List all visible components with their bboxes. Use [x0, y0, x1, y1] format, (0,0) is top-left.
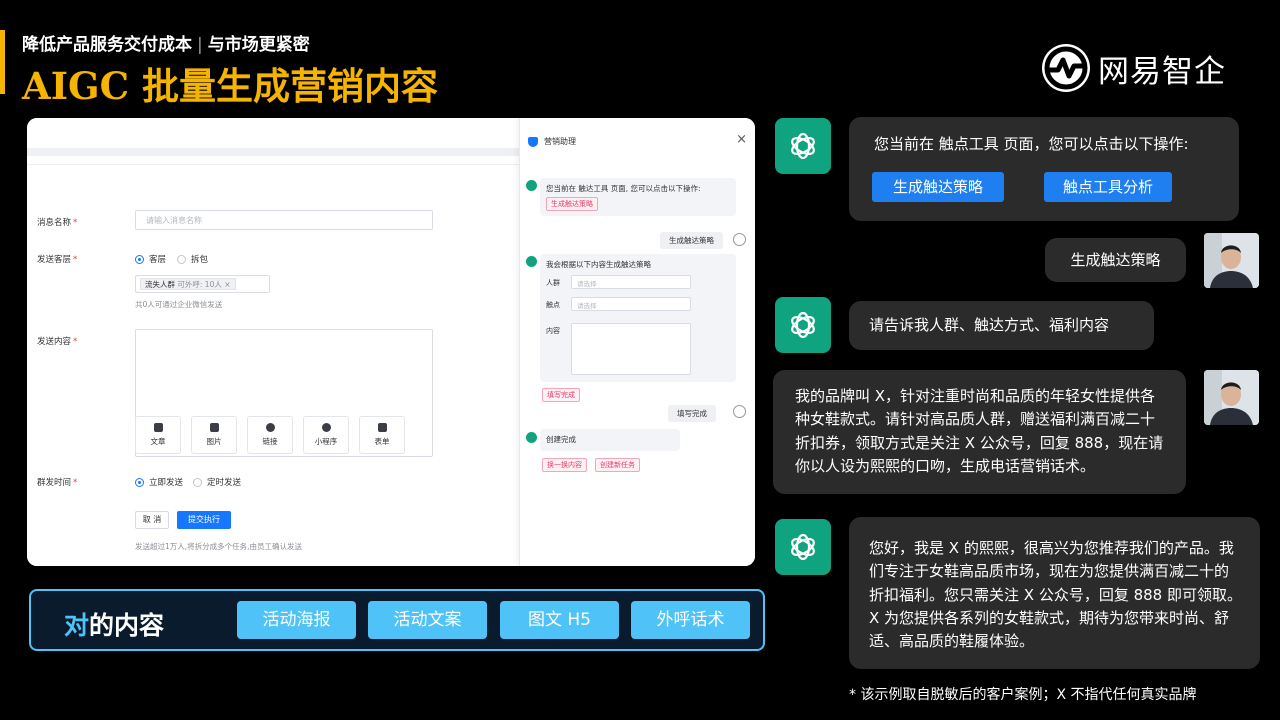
user-message: 填写完成 — [668, 405, 716, 422]
attachment-tiles: 文章 图片 链接 小程序 表单 — [135, 416, 405, 454]
subtitle-left: 降低产品服务交付成本 — [22, 35, 192, 55]
content-field-label: 内容 — [546, 327, 560, 335]
assistant-done-message: 创建完成 — [540, 429, 680, 451]
content-area[interactable] — [571, 323, 691, 375]
user-message: 生成触达策略 — [660, 232, 723, 249]
subtitle-separator: | — [197, 35, 203, 55]
tile-image[interactable]: 图片 — [191, 416, 237, 454]
user-avatar — [1204, 233, 1259, 288]
new-task-chip[interactable]: 创建新任务 — [595, 458, 640, 472]
user-icon — [733, 405, 746, 418]
target-radio-segment[interactable]: 客层 — [135, 253, 166, 265]
generate-strategy-button[interactable]: 生成触达策略 — [872, 172, 1004, 202]
chip-poster[interactable]: 活动海报 — [237, 601, 356, 639]
time-label: 群发时间 * — [37, 478, 78, 488]
crowd-field-label: 人群 — [546, 279, 560, 287]
chip-h5[interactable]: 图文 H5 — [500, 601, 619, 639]
user-bubble-2: 我的品牌叫 X，针对注重时尚和品质的年轻女性提供各种女鞋款式。请针对高品质人群，… — [773, 370, 1186, 494]
tile-form[interactable]: 表单 — [359, 416, 405, 454]
bot-bubble-3: 您好，我是 X 的熙熙，很高兴为您推荐我们的产品。我们专注于女鞋高品质市场，现在… — [849, 517, 1260, 669]
accent-bar — [0, 30, 5, 94]
bot-icon — [526, 432, 537, 443]
radio-unchecked-icon — [193, 477, 202, 487]
crowd-select[interactable]: 请选择 — [571, 275, 691, 289]
image-icon — [209, 423, 219, 432]
form-icon — [377, 423, 387, 432]
assistant-logo-icon — [528, 136, 538, 147]
link-icon — [265, 423, 275, 432]
subtitle-right: 与市场更紧密 — [207, 35, 310, 55]
target-label: 发送客层 * — [37, 255, 78, 265]
time-radio-scheduled[interactable]: 定时发送 — [193, 476, 241, 488]
strategy-chip[interactable]: 生成触达策略 — [546, 197, 598, 211]
logo-text: 网易智企 — [1098, 53, 1226, 90]
time-radio-now[interactable]: 立即发送 — [135, 476, 183, 488]
assistant-title: 营销助理 — [544, 137, 576, 146]
page-subtitle: 降低产品服务交付成本 | 与市场更紧密 — [22, 30, 310, 55]
assistant-header: 营销助理 — [528, 136, 576, 147]
miniprogram-icon — [321, 423, 331, 432]
footer-hint: 发送超过1万人,将拆分成多个任务,由员工确认发送 — [135, 542, 303, 551]
submit-button[interactable]: 提交执行 — [177, 511, 231, 529]
close-icon[interactable]: × — [736, 132, 747, 147]
tag-close-icon[interactable]: × — [224, 280, 230, 289]
chatgpt-icon — [775, 297, 831, 353]
netease-logo-icon — [1042, 44, 1090, 92]
message-form: 消息名称 * 请输入消息名称 发送客层 * 客层 拆包 流失人群 可外呼: 10人 … — [27, 164, 519, 566]
bot-icon — [526, 180, 537, 191]
crowd-tag: 流失人群 可外呼: 10人 × — [140, 278, 236, 290]
radio-unchecked-icon — [177, 254, 186, 264]
brand-logo: 网易智企 — [1042, 44, 1226, 92]
content-label: 发送内容 * — [37, 337, 78, 347]
chatgpt-icon — [775, 519, 831, 575]
bot-icon — [526, 256, 537, 267]
article-icon — [153, 423, 163, 432]
message-name-input[interactable]: 请输入消息名称 — [135, 210, 433, 230]
target-hint: 共0人可通过企业微信发送 — [135, 300, 223, 309]
product-screenshot: 消息名称 * 请输入消息名称 发送客层 * 客层 拆包 流失人群 可外呼: 10人 … — [27, 118, 755, 566]
refresh-content-chip[interactable]: 换一换内容 — [542, 458, 587, 472]
user-icon — [733, 233, 746, 246]
touch-field-label: 触点 — [546, 301, 560, 309]
chip-copy[interactable]: 活动文案 — [368, 601, 487, 639]
content-bar-label: 对的内容 — [64, 611, 165, 640]
target-radio-split[interactable]: 拆包 — [177, 253, 208, 265]
bot-message-1: 您当前在 触点工具 页面，您可以点击以下操作: — [874, 135, 1189, 153]
chip-call-script[interactable]: 外呼话术 — [631, 601, 750, 639]
touch-select[interactable]: 请选择 — [571, 297, 691, 311]
crowd-tag-select[interactable]: 流失人群 可外呼: 10人 × — [135, 275, 270, 293]
tile-link[interactable]: 链接 — [247, 416, 293, 454]
bot-bubble-2: 请告诉我人群、触达方式、福利内容 — [849, 301, 1154, 350]
radio-checked-icon — [135, 477, 144, 487]
page-title: AIGC 批量生成营销内容 — [22, 64, 438, 108]
tile-miniprogram[interactable]: 小程序 — [303, 416, 349, 454]
touchpoint-analysis-button[interactable]: 触点工具分析 — [1044, 172, 1172, 202]
tile-article[interactable]: 文章 — [135, 416, 181, 454]
content-bar: 对的内容 活动海报 活动文案 图文 H5 外呼话术 — [29, 589, 765, 651]
message-name-label: 消息名称 * — [37, 218, 78, 228]
radio-checked-icon — [135, 254, 144, 264]
user-bubble-1: 生成触达策略 — [1045, 238, 1186, 282]
chatgpt-icon — [775, 118, 831, 174]
footnote: * 该示例取自脱敏后的客户案例；X 不指代任何真实品牌 — [849, 687, 1197, 703]
cancel-button[interactable]: 取 消 — [135, 511, 169, 529]
bot-bubble-1: 您当前在 触点工具 页面，您可以点击以下操作: 生成触达策略 触点工具分析 — [849, 117, 1239, 221]
user-avatar — [1204, 370, 1259, 425]
fill-done-chip[interactable]: 填写完成 — [542, 388, 580, 402]
screenshot-topbar — [27, 118, 519, 156]
assistant-message: 您当前在 触达工具 页面, 您可以点击以下操作: 生成触达策略 — [540, 178, 736, 216]
assistant-panel: 营销助理 × 您当前在 触达工具 页面, 您可以点击以下操作: 生成触达策略 生… — [519, 118, 755, 566]
